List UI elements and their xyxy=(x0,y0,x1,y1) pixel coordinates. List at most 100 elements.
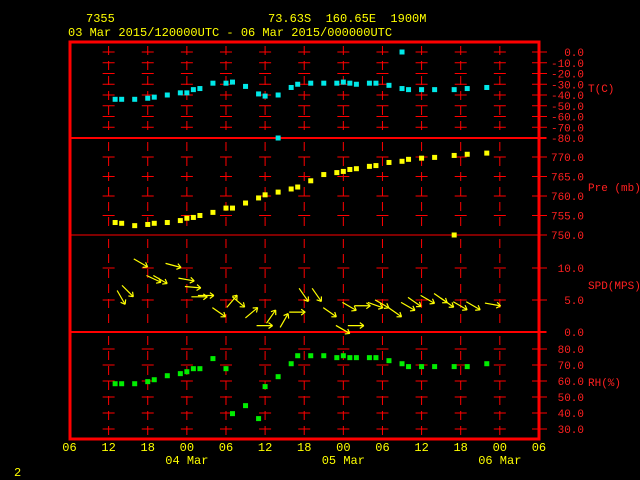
x-tick-label: 12 xyxy=(101,441,115,455)
wind-arrow-head xyxy=(155,281,162,284)
humidity-point xyxy=(151,377,157,383)
humidity-point xyxy=(353,355,359,361)
wind-arrow xyxy=(354,302,371,310)
x-date-label: 04 Mar xyxy=(165,454,208,468)
temperature-point xyxy=(399,49,405,55)
x-tick-label: 18 xyxy=(297,441,311,455)
pressure-point xyxy=(184,215,190,221)
pressure-tick-label: 765.0 xyxy=(551,173,584,185)
humidity-point xyxy=(464,364,470,370)
wind-arrow xyxy=(116,290,127,305)
temperature-point xyxy=(119,96,125,102)
x-tick-label: 00 xyxy=(180,441,194,455)
pressure-point xyxy=(210,209,216,215)
pressure-point xyxy=(275,189,281,195)
humidity-point xyxy=(262,384,268,390)
humidity-point xyxy=(184,369,190,375)
pressure-point xyxy=(334,170,340,176)
humidity-point xyxy=(164,373,170,379)
pressure-point xyxy=(230,205,235,211)
x-date-label: 06 Mar xyxy=(478,454,521,468)
wind-arrow xyxy=(452,301,468,311)
humidity-point xyxy=(112,381,118,387)
wind-arrow xyxy=(165,262,182,270)
humidity-tick-label: 60.0 xyxy=(558,377,584,389)
wind-arrow-head xyxy=(344,332,350,335)
wind-arrow-head xyxy=(124,299,127,305)
wind-arrow xyxy=(266,309,277,324)
wind-arrow xyxy=(279,313,290,328)
pressure-axis-label: Pre (mb) xyxy=(588,183,640,195)
x-tick-label: 00 xyxy=(493,441,507,455)
axis-labels: 0.0-10.0-20.0-30.0-40.0-50.0-60.0-70.0-8… xyxy=(62,48,640,468)
wind-arrow xyxy=(311,287,323,303)
pressure-point xyxy=(386,159,392,165)
humidity-point xyxy=(334,355,340,361)
humidity-point xyxy=(295,353,301,359)
temperature-point xyxy=(321,80,327,86)
pressure-point xyxy=(197,213,203,218)
wind-arrow-shaft xyxy=(226,294,238,308)
pressure-point xyxy=(295,184,301,190)
wind-axis-label: SPD(MPS) xyxy=(588,281,640,293)
wind-arrow-head xyxy=(351,309,357,312)
temperature-point xyxy=(275,92,281,98)
temperature-point xyxy=(353,81,359,87)
humidity-point xyxy=(451,364,457,370)
temperature-point xyxy=(210,80,216,86)
wind-arrow-shaft xyxy=(121,284,134,298)
wind-arrow xyxy=(133,258,149,268)
humidity-point xyxy=(230,411,235,417)
pressure-point xyxy=(406,156,412,162)
pressure-point xyxy=(347,166,353,172)
wind-arrow-head xyxy=(462,309,468,311)
meteogram-chart: 7355 73.63S 160.65E 1900M 03 Mar 2015/12… xyxy=(14,12,640,480)
wind-arrow xyxy=(407,296,422,308)
pressure-point xyxy=(451,232,457,238)
pressure-point xyxy=(484,150,490,156)
pressure-tick-label: 750.0 xyxy=(551,231,584,243)
pressure-point xyxy=(262,192,268,198)
pressure-point xyxy=(132,223,138,229)
pressure-point xyxy=(353,166,359,172)
pressure-point xyxy=(243,200,249,206)
x-tick-label: 12 xyxy=(414,441,428,455)
temperature-point xyxy=(295,81,301,87)
temperature-axis-label: T(C) xyxy=(588,84,614,96)
pressure-point xyxy=(151,220,157,226)
wind-arrow xyxy=(484,301,502,309)
pressure-point xyxy=(223,205,229,211)
humidity-point xyxy=(432,364,438,370)
pressure-point xyxy=(321,172,327,178)
temperature-point xyxy=(275,135,281,141)
station-location: 73.63S 160.65E 1900M xyxy=(268,12,426,26)
pressure-point xyxy=(308,178,314,184)
wind-tick-label: 5.0 xyxy=(564,296,584,308)
wind-arrow-head xyxy=(409,309,416,312)
wind-arrow xyxy=(121,284,134,298)
wind-arrow xyxy=(465,301,481,311)
wind-arrow xyxy=(347,322,365,330)
humidity-axis-label: RH(%) xyxy=(588,378,621,390)
temperature-point xyxy=(347,80,353,86)
pressure-tick-label: 755.0 xyxy=(551,212,584,224)
wind-arrow xyxy=(289,308,306,316)
wind-arrow xyxy=(388,307,403,318)
wind-arrow-shaft xyxy=(245,307,259,319)
wind-arrow-shaft xyxy=(231,296,246,308)
pressure-tick-label: 770.0 xyxy=(551,153,584,165)
x-tick-label: 12 xyxy=(258,441,272,455)
humidity-tick-label: 50.0 xyxy=(558,393,584,405)
humidity-point xyxy=(308,353,314,359)
pressure-point xyxy=(451,152,457,158)
temperature-point xyxy=(230,79,235,85)
humidity-tick-label: 40.0 xyxy=(558,409,584,421)
temperature-point xyxy=(145,95,151,101)
temperature-point xyxy=(464,86,470,92)
humidity-point xyxy=(340,353,346,359)
temperature-point xyxy=(132,96,138,102)
humidity-point xyxy=(288,361,294,367)
humidity-point xyxy=(177,371,183,377)
humidity-point xyxy=(373,355,379,361)
humidity-point xyxy=(210,356,216,362)
